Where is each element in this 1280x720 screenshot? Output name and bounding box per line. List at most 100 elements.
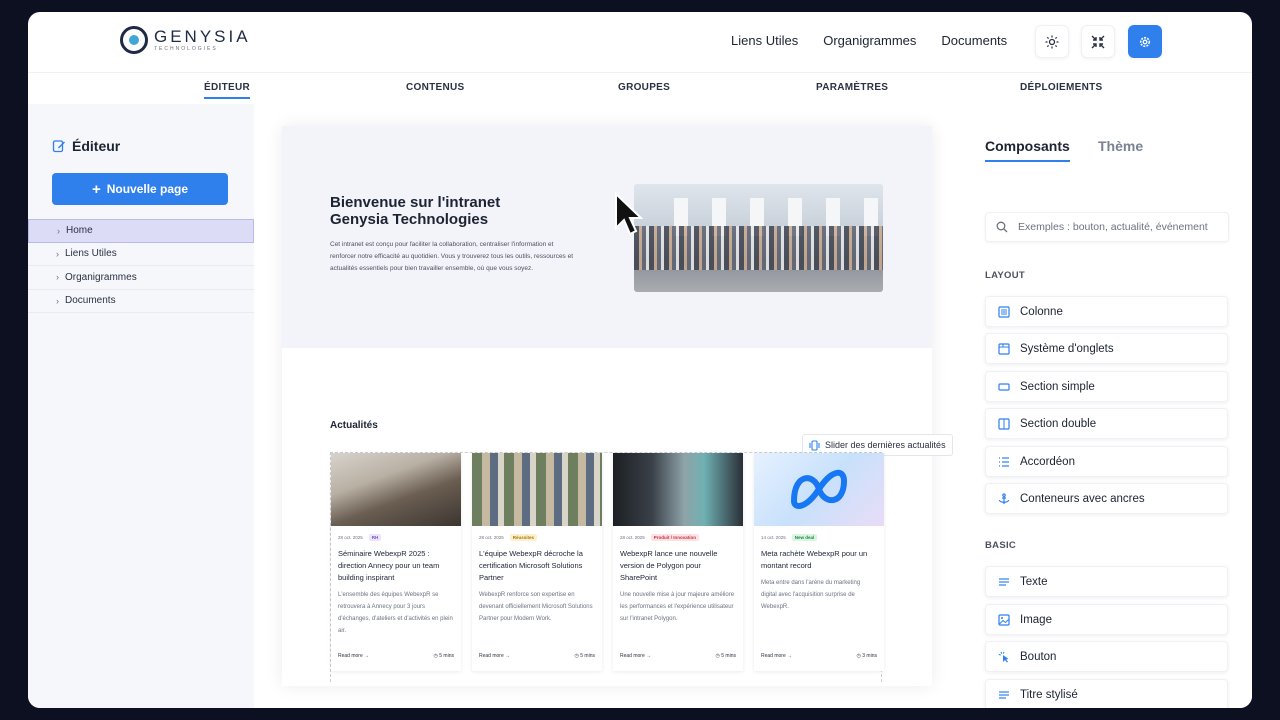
column-icon bbox=[998, 305, 1010, 318]
brand-name: GENYSIA bbox=[154, 27, 251, 46]
news-slider[interactable]: 28 oct. 2025 RH Séminaire WebexpR 2025 : … bbox=[330, 452, 884, 682]
header: GENYSIA TECHNOLOGIES Liens Utiles Organi… bbox=[28, 12, 1252, 72]
news-card-title: Meta rachète WebexpR pour un montant rec… bbox=[761, 549, 868, 570]
tab-deploiements[interactable]: DÉPLOIEMENTS bbox=[1020, 82, 1103, 93]
component-label: Colonne bbox=[1020, 305, 1063, 318]
tree-item-documents[interactable]: › Documents bbox=[28, 290, 254, 313]
news-card-tag: New deal bbox=[791, 534, 818, 541]
component-section-double[interactable]: Section double bbox=[985, 408, 1228, 439]
new-page-label: Nouvelle page bbox=[106, 182, 189, 196]
app-window: GENYSIA TECHNOLOGIES Liens Utiles Organi… bbox=[28, 12, 1252, 708]
slider-tag-label: Slider des dernières actualités bbox=[825, 440, 946, 450]
tree-item-label: Organigrammes bbox=[65, 271, 137, 283]
component-accordeon[interactable]: Accordéon bbox=[985, 446, 1228, 477]
components-panel: Composants Thème Exemples : bouton, actu… bbox=[954, 104, 1252, 708]
tree-item-label: Liens Utiles bbox=[65, 248, 117, 260]
tree-item-organigrammes[interactable]: › Organigrammes bbox=[28, 266, 254, 290]
news-card-date: 14 oct. 2025 bbox=[761, 535, 786, 540]
news-card-title: L'équipe WebexpR décroche la certificati… bbox=[479, 549, 583, 582]
news-card-image bbox=[754, 453, 884, 526]
edit-icon bbox=[52, 140, 65, 153]
top-nav: Liens Utiles Organigrammes Documents bbox=[731, 33, 1007, 48]
settings-button[interactable] bbox=[1128, 25, 1162, 58]
meta-logo-icon bbox=[790, 469, 848, 509]
slider-icon bbox=[809, 439, 820, 451]
image-icon bbox=[998, 613, 1010, 626]
plus-icon: + bbox=[91, 180, 101, 198]
chevron-right-icon: › bbox=[56, 272, 59, 283]
read-more-link[interactable]: Read more → bbox=[338, 653, 369, 659]
sun-icon bbox=[1045, 35, 1059, 48]
team-photo[interactable] bbox=[634, 184, 883, 292]
component-section-simple[interactable]: Section simple bbox=[985, 371, 1228, 402]
tab-composants[interactable]: Composants bbox=[985, 138, 1070, 162]
read-more-link[interactable]: Read more → bbox=[761, 653, 792, 659]
component-label: Image bbox=[1020, 613, 1052, 626]
news-card-desc: Une nouvelle mise à jour majeure amélior… bbox=[620, 592, 735, 622]
chevron-right-icon: › bbox=[57, 225, 60, 236]
news-card[interactable]: 28 oct. 2025 Produit / Innovation WebexpR… bbox=[613, 453, 743, 671]
component-label: Section double bbox=[1020, 417, 1097, 430]
page-preview[interactable]: Bienvenue sur l'intranet Genysia Technol… bbox=[282, 126, 953, 686]
search-placeholder: Exemples : bouton, actualité, événement bbox=[1018, 221, 1208, 233]
component-titre-stylise[interactable]: Titre stylisé bbox=[985, 679, 1228, 708]
tab-editeur[interactable]: ÉDITEUR bbox=[204, 82, 250, 99]
component-label: Texte bbox=[1020, 575, 1048, 588]
news-card-image bbox=[331, 453, 461, 526]
tab-groupes[interactable]: GROUPES bbox=[618, 82, 670, 93]
basic-section-label: BASIC bbox=[985, 540, 1017, 551]
read-time: ◷ 5 mins bbox=[433, 653, 455, 659]
component-label: Système d'onglets bbox=[1020, 342, 1114, 355]
news-card-tag: RH bbox=[368, 534, 382, 541]
read-time: ◷ 3 mins bbox=[856, 653, 878, 659]
component-colonne[interactable]: Colonne bbox=[985, 296, 1228, 327]
read-time-value: 5 mins bbox=[580, 653, 595, 659]
news-card[interactable]: 28 oct. 2025 RH Séminaire WebexpR 2025 : … bbox=[331, 453, 461, 671]
logo-icon bbox=[120, 26, 148, 54]
gear-icon bbox=[1139, 36, 1151, 47]
tree-item-label: Documents bbox=[65, 295, 116, 307]
news-card-tag: Produit / Innovation bbox=[650, 534, 700, 541]
theme-toggle-button[interactable] bbox=[1035, 25, 1069, 58]
component-bouton[interactable]: Bouton bbox=[985, 641, 1228, 672]
collapse-button[interactable] bbox=[1081, 25, 1115, 58]
read-more-link[interactable]: Read more → bbox=[620, 653, 651, 659]
tree-item-label: Home bbox=[66, 225, 93, 237]
component-texte[interactable]: Texte bbox=[985, 566, 1228, 597]
news-card[interactable]: 14 oct. 2025 New deal Meta rachète Webexp… bbox=[754, 453, 884, 671]
read-time-value: 5 mins bbox=[439, 653, 454, 659]
component-onglets[interactable]: Système d'onglets bbox=[985, 333, 1228, 364]
nav-liens-utiles[interactable]: Liens Utiles bbox=[731, 33, 798, 48]
news-card[interactable]: 28 oct. 2025 Réussites L'équipe WebexpR d… bbox=[472, 453, 602, 671]
component-ancres[interactable]: Conteneurs avec ancres bbox=[985, 483, 1228, 514]
tab-contenus[interactable]: CONTENUS bbox=[406, 82, 465, 93]
sidebar-title: Éditeur bbox=[52, 138, 120, 154]
nav-organigrammes[interactable]: Organigrammes bbox=[823, 33, 916, 48]
news-card-date: 28 oct. 2025 bbox=[620, 535, 645, 540]
news-card-desc: Meta entre dans l'arène du marketing dig… bbox=[761, 580, 861, 610]
tree-item-liens-utiles[interactable]: › Liens Utiles bbox=[28, 243, 254, 266]
tab-parametres[interactable]: PARAMÈTRES bbox=[816, 82, 888, 93]
section-double-icon bbox=[998, 417, 1010, 430]
new-page-button[interactable]: + Nouvelle page bbox=[52, 173, 228, 205]
news-card-date: 28 oct. 2025 bbox=[338, 535, 363, 540]
anchor-icon bbox=[998, 492, 1010, 504]
tab-theme[interactable]: Thème bbox=[1098, 138, 1143, 154]
component-image[interactable]: Image bbox=[985, 604, 1228, 635]
sidebar-title-label: Éditeur bbox=[72, 138, 121, 154]
hero-section[interactable]: Bienvenue sur l'intranet Genysia Technol… bbox=[282, 126, 932, 348]
button-icon bbox=[998, 651, 1009, 662]
tabs-icon bbox=[998, 342, 1010, 355]
layout-section-label: LAYOUT bbox=[985, 270, 1025, 281]
news-card-desc: WebexpR renforce son expertise en devena… bbox=[479, 592, 593, 622]
nav-documents[interactable]: Documents bbox=[941, 33, 1007, 48]
read-more-link[interactable]: Read more → bbox=[479, 653, 510, 659]
page-tree: › Home › Liens Utiles › Organigrammes › Docu… bbox=[28, 219, 254, 313]
tree-item-home[interactable]: › Home bbox=[28, 219, 254, 243]
component-search-input[interactable]: Exemples : bouton, actualité, événement bbox=[985, 212, 1229, 242]
read-time-value: 3 mins bbox=[862, 653, 877, 659]
component-label: Accordéon bbox=[1020, 455, 1075, 468]
logo[interactable]: GENYSIA TECHNOLOGIES bbox=[120, 26, 251, 54]
editor-tabs: ÉDITEUR CONTENUS GROUPES PARAMÈTRES DÉPL… bbox=[28, 72, 1252, 104]
mouse-cursor-icon bbox=[615, 192, 644, 236]
